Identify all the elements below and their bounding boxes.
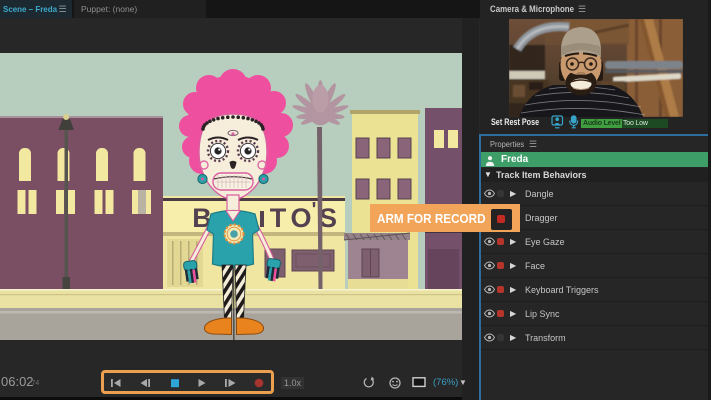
- svg-text:O: O: [290, 203, 311, 233]
- svg-text:T: T: [270, 203, 287, 233]
- svg-text:': ': [312, 199, 317, 221]
